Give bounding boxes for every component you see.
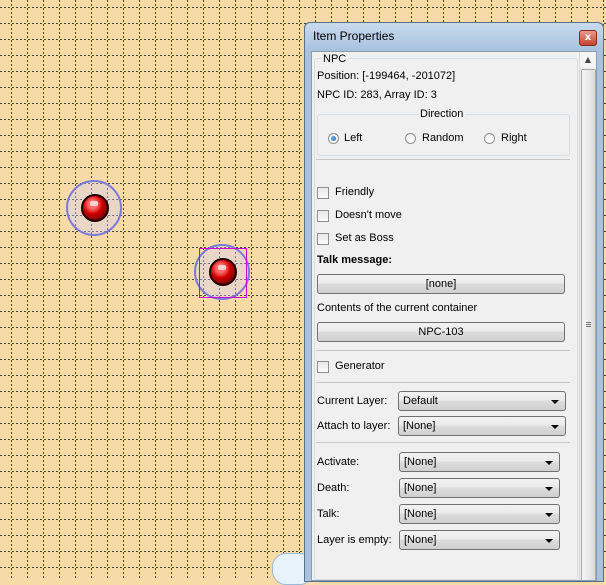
talk-event-value: [None] (404, 508, 437, 520)
friendly-checkbox[interactable] (317, 187, 329, 199)
item-properties-window: Item Properties x NPC Position: [-199464… (304, 22, 604, 582)
npc-group-label: NPC (321, 53, 349, 65)
chevron-down-icon (551, 400, 559, 404)
death-label: Death: (317, 482, 350, 494)
activate-label: Activate: (317, 456, 360, 468)
separator (316, 159, 570, 160)
npc-sprite-selected[interactable] (194, 244, 252, 302)
red-ball-icon (209, 258, 237, 286)
window-titlebar[interactable]: Item Properties x (305, 23, 603, 49)
separator (316, 350, 570, 351)
attach-layer-label: Attach to layer: (317, 420, 391, 432)
contents-label: Contents of the current container (317, 302, 478, 314)
chevron-down-icon (545, 487, 553, 491)
chevron-down-icon (551, 425, 559, 429)
scrollbar-thumb[interactable] (581, 69, 596, 580)
talk-event-label: Talk: (317, 508, 340, 520)
separator (316, 442, 570, 443)
chevron-down-icon (545, 539, 553, 543)
doesnt-move-checkbox[interactable] (317, 210, 329, 222)
npc-sprite[interactable] (66, 180, 124, 238)
direction-right-radio[interactable] (484, 133, 495, 144)
chevron-down-icon (545, 461, 553, 465)
attach-layer-select[interactable]: [None] (398, 416, 566, 436)
direction-random-label[interactable]: Random (422, 132, 464, 144)
friendly-label[interactable]: Friendly (335, 186, 374, 198)
current-layer-value: Default (403, 395, 438, 407)
close-icon: x (584, 32, 592, 43)
close-button[interactable]: x (579, 30, 597, 46)
set-as-boss-checkbox[interactable] (317, 233, 329, 245)
talk-event-select[interactable]: [None] (399, 504, 560, 524)
position-text: Position: [-199464, -201072] (317, 70, 456, 82)
direction-right-label[interactable]: Right (501, 132, 527, 144)
contents-button[interactable]: NPC-103 (317, 322, 565, 342)
generator-label[interactable]: Generator (335, 360, 385, 372)
scroll-up-arrow-icon[interactable]: ▲ (580, 52, 596, 68)
current-layer-label: Current Layer: (317, 395, 388, 407)
set-as-boss-label[interactable]: Set as Boss (335, 232, 394, 244)
generator-checkbox[interactable] (317, 361, 329, 373)
chevron-down-icon (545, 513, 553, 517)
activate-select[interactable]: [None] (399, 452, 560, 472)
current-layer-select[interactable]: Default (398, 391, 566, 411)
properties-panel: NPC Position: [-199464, -201072] NPC ID:… (311, 51, 597, 581)
activate-value: [None] (404, 456, 437, 468)
separator (316, 382, 570, 383)
window-title: Item Properties (313, 29, 395, 43)
death-select[interactable]: [None] (399, 478, 560, 498)
talk-message-label: Talk message: (317, 254, 393, 266)
npc-id-text: NPC ID: 283, Array ID: 3 (317, 89, 437, 101)
direction-label: Direction (418, 108, 466, 120)
layer-empty-label: Layer is empty: (317, 534, 392, 546)
doesnt-move-label[interactable]: Doesn't move (335, 209, 402, 221)
death-value: [None] (404, 482, 437, 494)
layer-empty-value: [None] (404, 534, 437, 546)
direction-left-radio[interactable] (328, 133, 339, 144)
layer-empty-select[interactable]: [None] (399, 530, 560, 550)
vertical-scrollbar[interactable]: ▲ (579, 52, 596, 580)
attach-layer-value: [None] (403, 420, 436, 432)
direction-left-label[interactable]: Left (344, 132, 362, 144)
contents-value: NPC-103 (418, 326, 464, 338)
direction-random-radio[interactable] (405, 133, 416, 144)
red-ball-icon (81, 194, 109, 222)
talk-message-button[interactable]: [none] (317, 274, 565, 294)
talk-message-value: [none] (425, 278, 457, 290)
